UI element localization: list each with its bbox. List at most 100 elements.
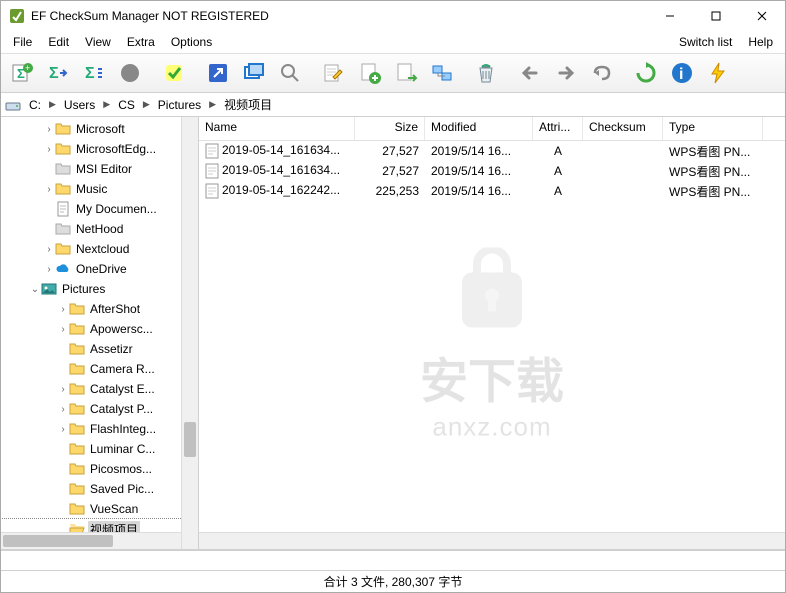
minimize-button[interactable] — [647, 1, 693, 31]
folder-icon — [69, 401, 85, 417]
tree-item[interactable]: Luminar C... — [1, 439, 198, 459]
tree-item[interactable]: Picosmos... — [1, 459, 198, 479]
crumb-project[interactable]: 视频项目 — [220, 95, 276, 114]
col-checksum[interactable]: Checksum — [583, 117, 663, 140]
sigma-arrows-icon[interactable]: Σ — [77, 56, 111, 90]
tree-item[interactable]: ⌄Pictures — [1, 279, 198, 299]
back-icon[interactable] — [513, 56, 547, 90]
tree-item[interactable]: VueScan — [1, 499, 198, 519]
edit-icon[interactable] — [317, 56, 351, 90]
maximize-button[interactable] — [693, 1, 739, 31]
tree-item[interactable]: Camera R... — [1, 359, 198, 379]
shortcut-icon[interactable] — [201, 56, 235, 90]
crumb-users[interactable]: Users — [60, 97, 99, 113]
export-doc-icon[interactable] — [389, 56, 423, 90]
col-type[interactable]: Type — [663, 117, 763, 140]
menu-file[interactable]: File — [5, 33, 40, 51]
menu-options[interactable]: Options — [163, 33, 220, 51]
expander-icon[interactable]: › — [57, 404, 69, 415]
expander-icon[interactable]: › — [43, 244, 55, 255]
tree-item[interactable]: ›MicrosoftEdg... — [1, 139, 198, 159]
expander-icon[interactable]: › — [57, 384, 69, 395]
crumb-pictures[interactable]: Pictures — [154, 97, 205, 113]
tree-item[interactable]: ›Music — [1, 179, 198, 199]
tree-item[interactable]: ›Microsoft — [1, 119, 198, 139]
tree-item[interactable]: Saved Pic... — [1, 479, 198, 499]
col-modified[interactable]: Modified — [425, 117, 533, 140]
windows-icon[interactable] — [237, 56, 271, 90]
file-row[interactable]: 2019-05-14_161634...27,5272019/5/14 16..… — [199, 161, 785, 181]
tree-item[interactable]: My Documen... — [1, 199, 198, 219]
menu-edit[interactable]: Edit — [40, 33, 77, 51]
tree-vscrollbar[interactable] — [181, 117, 198, 549]
expander-icon[interactable]: › — [57, 304, 69, 315]
filelist-hscrollbar[interactable] — [199, 532, 785, 549]
expander-icon[interactable]: ⌄ — [29, 284, 41, 295]
tree-item[interactable]: MSI Editor — [1, 159, 198, 179]
new-checksum-icon[interactable]: Σ+ — [5, 56, 39, 90]
tree-hscrollbar[interactable] — [1, 532, 181, 549]
refresh-icon[interactable] — [629, 56, 663, 90]
tree-item[interactable]: NetHood — [1, 219, 198, 239]
tree-item[interactable]: › Catalyst E... — [1, 379, 198, 399]
tree-item[interactable]: ›AfterShot — [1, 299, 198, 319]
tree-item-label: Saved Pic... — [88, 482, 156, 496]
tree-item-label: Nextcloud — [74, 242, 131, 256]
file-icon — [205, 163, 219, 179]
expander-icon[interactable]: › — [57, 424, 69, 435]
folder-icon — [55, 121, 71, 137]
record-icon[interactable] — [113, 56, 147, 90]
crumb-c[interactable]: C: — [25, 97, 45, 113]
col-attri[interactable]: Attri... — [533, 117, 583, 140]
tree-item[interactable]: › FlashInteg... — [1, 419, 198, 439]
folder-grey-icon — [55, 221, 71, 237]
tree-item[interactable]: ›Catalyst P... — [1, 399, 198, 419]
recycle-bin-icon[interactable] — [469, 56, 503, 90]
bolt-icon[interactable] — [701, 56, 735, 90]
add-doc-icon[interactable] — [353, 56, 387, 90]
search-icon[interactable] — [273, 56, 307, 90]
expander-icon[interactable]: › — [43, 124, 55, 135]
tree-item-label: Luminar C... — [88, 442, 157, 456]
menu-extra[interactable]: Extra — [119, 33, 163, 51]
file-row[interactable]: 2019-05-14_162242...225,2532019/5/14 16.… — [199, 181, 785, 201]
col-name[interactable]: Name — [199, 117, 355, 140]
network-icon[interactable] — [425, 56, 459, 90]
expander-icon[interactable]: › — [57, 324, 69, 335]
svg-text:i: i — [679, 66, 683, 83]
expander-icon[interactable]: › — [43, 264, 55, 275]
col-size[interactable]: Size — [355, 117, 425, 140]
file-row[interactable]: 2019-05-14_161634...27,5272019/5/14 16..… — [199, 141, 785, 161]
tree-item-label: VueScan — [88, 502, 140, 516]
titlebar: EF CheckSum Manager NOT REGISTERED — [1, 1, 785, 31]
expander-icon[interactable]: › — [43, 184, 55, 195]
tree-item-label: Assetizr — [88, 342, 135, 356]
svg-text:Σ: Σ — [49, 65, 59, 82]
info-icon[interactable]: i — [665, 56, 699, 90]
tree-item-label: Camera R... — [88, 362, 157, 376]
file-list-header[interactable]: Name Size Modified Attri... Checksum Typ… — [199, 117, 785, 141]
tree-item-label: FlashInteg... — [88, 422, 158, 436]
breadcrumb-bar: C:▶ Users▶ CS▶ Pictures▶ 视频项目 — [1, 93, 785, 117]
file-list-body[interactable]: 安下载 anxz.com 2019-05-14_161634...27,5272… — [199, 141, 785, 549]
tree-item[interactable]: ›OneDrive — [1, 259, 198, 279]
sigma-right-icon[interactable]: Σ — [41, 56, 75, 90]
tree-item[interactable]: ›Apowersc... — [1, 319, 198, 339]
tree-item-label: Catalyst E... — [88, 382, 157, 396]
tree-item[interactable]: › Nextcloud — [1, 239, 198, 259]
check-icon[interactable] — [157, 56, 191, 90]
tree-item[interactable]: Assetizr — [1, 339, 198, 359]
expander-icon[interactable]: › — [43, 144, 55, 155]
drive-icon[interactable] — [5, 97, 21, 113]
folder-icon — [69, 341, 85, 357]
forward-icon[interactable] — [549, 56, 583, 90]
close-button[interactable] — [739, 1, 785, 31]
undo-icon[interactable] — [585, 56, 619, 90]
folder-tree[interactable]: ›Microsoft›MicrosoftEdg...MSI Editor›Mus… — [1, 117, 199, 549]
crumb-cs[interactable]: CS — [114, 97, 139, 113]
menu-view[interactable]: View — [77, 33, 119, 51]
doc-icon — [55, 201, 71, 217]
lower-bar — [1, 550, 785, 570]
menu-help[interactable]: Help — [740, 33, 781, 51]
menu-switch-list[interactable]: Switch list — [671, 33, 740, 51]
